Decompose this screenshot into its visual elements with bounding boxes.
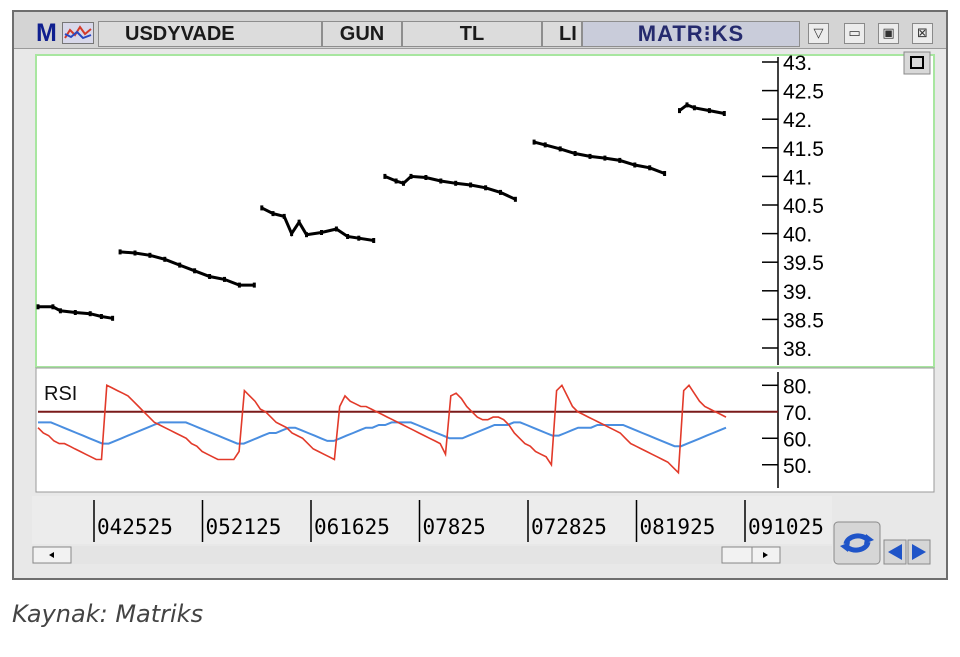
price-bar (663, 171, 667, 176)
price-bar (707, 108, 711, 114)
price-tick-label: 39.5 (783, 252, 824, 275)
rsi-tick-label: 70. (783, 402, 812, 425)
price-bar (208, 274, 212, 279)
price-tick-label: 41. (783, 166, 812, 189)
date-tick-label: 042525 (97, 515, 173, 539)
price-bar (692, 105, 696, 111)
price-bar (722, 111, 726, 116)
rsi-tick-label: 80. (783, 375, 812, 398)
price-chart-svg: 38. 38.5 39. 39.5 40. 40.5 41. 41.5 42. 42.5 43. R… (32, 51, 935, 565)
price-bar (357, 235, 361, 241)
price-bar (603, 155, 607, 161)
rsi-tick-label: 50. (783, 455, 812, 478)
price-bar (532, 139, 536, 145)
price-tick-label: 42. (783, 109, 812, 132)
price-bar (633, 162, 637, 168)
price-tick-label: 38.5 (783, 309, 824, 332)
price-bar (573, 151, 577, 156)
price-tick-label: 41.5 (783, 138, 824, 161)
rsi-tick-label: 60. (783, 428, 812, 451)
price-bar (163, 256, 167, 262)
price-bar (193, 268, 197, 274)
price-bar (118, 249, 122, 255)
price-bar (618, 157, 622, 163)
price-bar (394, 178, 398, 184)
price-bar (346, 234, 350, 239)
price-bar (469, 182, 473, 188)
price-bar (252, 282, 256, 288)
price-bar (454, 180, 458, 186)
price-bar (260, 205, 264, 211)
price-bar (372, 238, 376, 243)
price-bar (588, 153, 592, 159)
source-caption: Kaynak: Matriks (12, 600, 204, 628)
price-bar (678, 108, 681, 114)
price-bar (237, 282, 241, 288)
price-bar (88, 311, 92, 317)
price-bar (178, 262, 182, 268)
price-bar (36, 304, 40, 310)
date-tick-label: 052125 (206, 515, 282, 539)
price-bar (223, 276, 226, 282)
price-bar (297, 219, 301, 225)
price-bar (58, 308, 62, 314)
date-tick-label: 061625 (314, 515, 390, 539)
price-bar (499, 189, 502, 195)
scroll-left-icon[interactable] (883, 539, 907, 565)
price-tick-label: 42.5 (783, 81, 824, 104)
price-bar (424, 175, 428, 180)
price-bar (402, 180, 405, 186)
price-bar (320, 230, 323, 235)
price-tick-label: 39. (783, 281, 812, 304)
price-bar (305, 232, 308, 238)
date-tick-label: 081925 (640, 515, 716, 539)
price-bar (648, 165, 652, 171)
price-bar (383, 173, 387, 179)
date-tick-label: 091025 (748, 515, 824, 539)
panel-expand-icon[interactable] (903, 51, 931, 75)
price-tick-label: 40.5 (783, 195, 824, 218)
date-tick-label: 072825 (531, 515, 607, 539)
price-bar (685, 102, 689, 108)
price-tick-label: 43. (783, 52, 812, 75)
horizontal-scrollbar[interactable] (32, 546, 832, 564)
price-bar (513, 196, 517, 202)
price-tick-label: 40. (783, 224, 812, 247)
price-bar (271, 211, 275, 217)
price-bar (51, 304, 55, 310)
price-bar (73, 310, 77, 315)
scroll-thumb[interactable] (721, 546, 753, 564)
rsi-label: RSI (44, 383, 77, 405)
price-bar (558, 146, 562, 152)
price-bar (484, 185, 488, 191)
date-tick-label: 07825 (423, 515, 486, 539)
price-bar (543, 142, 547, 148)
price-bar (133, 250, 137, 256)
price-bar (439, 178, 443, 184)
price-tick-label: 38. (783, 338, 812, 361)
price-bar (282, 213, 286, 219)
price-bar (334, 226, 338, 232)
refresh-icon[interactable] (833, 521, 881, 565)
price-bar (409, 173, 413, 179)
price-bar (99, 314, 103, 319)
price-bar (111, 315, 115, 321)
price-bar (290, 231, 294, 237)
price-bar (148, 252, 152, 258)
scroll-right-icon[interactable] (907, 539, 931, 565)
price-plot-area (38, 57, 778, 365)
